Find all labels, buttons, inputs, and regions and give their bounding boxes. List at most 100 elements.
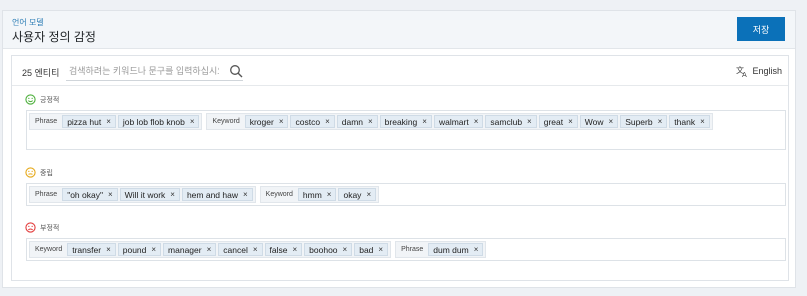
remove-tag-icon[interactable]: ×: [279, 117, 284, 126]
tag-chip-text: job lob flob knob: [122, 116, 185, 127]
tag-group-keyword: Keyword hmm × okay ×: [259, 186, 380, 203]
page: 언어 모델 사용자 정의 감정 저장 25 엔티티 文 A English: [2, 10, 796, 288]
tag-chip-text: hmm: [302, 189, 322, 200]
remove-tag-icon[interactable]: ×: [568, 117, 573, 126]
remove-tag-icon[interactable]: ×: [106, 117, 111, 126]
tag-chip[interactable]: thank ×: [669, 115, 710, 128]
tag-chip-text: pound: [122, 244, 147, 255]
tag-chip[interactable]: false ×: [264, 243, 303, 256]
tag-chip[interactable]: damn ×: [336, 115, 378, 128]
tag-chip[interactable]: samclub ×: [485, 115, 537, 128]
tag-chip[interactable]: hmm ×: [297, 188, 337, 201]
tag-chip[interactable]: bad ×: [354, 243, 389, 256]
remove-tag-icon[interactable]: ×: [190, 117, 195, 126]
tag-chip[interactable]: pizza hut ×: [62, 115, 116, 128]
tag-row: Keyword transfer × pound × manager × cancel × fal…: [29, 241, 783, 258]
tag-chip-text: false: [269, 244, 288, 255]
tag-row: Phrase pizza hut × job lob flob knob × Keywor…: [29, 113, 783, 130]
tag-chip-text: Superb: [625, 116, 653, 127]
smile-face-icon: [25, 94, 36, 105]
tag-chip-text: "oh okay": [67, 189, 103, 200]
tag-chip[interactable]: Superb ×: [620, 115, 668, 128]
tag-chip[interactable]: manager ×: [163, 243, 217, 256]
tag-chip-text: okay: [343, 189, 362, 200]
tag-chip-text: cancel: [223, 244, 248, 255]
remove-tag-icon[interactable]: ×: [422, 117, 427, 126]
remove-tag-icon[interactable]: ×: [474, 245, 479, 254]
tag-chip-text: damn: [341, 116, 363, 127]
remove-tag-icon[interactable]: ×: [327, 190, 332, 199]
section-label-text: 중립: [40, 169, 53, 177]
tag-chip-text: dum dum: [433, 244, 469, 255]
tag-chip[interactable]: kroger ×: [244, 115, 289, 128]
toolbar: 25 엔티티 文 A English: [12, 56, 788, 86]
page-title: 사용자 정의 감정: [12, 30, 96, 44]
tag-group-keyword: Keyword transfer × pound × manager × cancel × fal…: [29, 241, 392, 258]
tag-chip[interactable]: dum dum ×: [428, 243, 484, 256]
tag-group-type-label: Keyword: [212, 118, 240, 125]
tag-chip[interactable]: hem and haw ×: [181, 188, 253, 201]
tag-chip[interactable]: great ×: [538, 115, 578, 128]
remove-tag-icon[interactable]: ×: [527, 117, 532, 126]
section-label-text: 긍정적: [40, 96, 60, 104]
remove-tag-icon[interactable]: ×: [253, 245, 258, 254]
tag-chip-text: manager: [168, 244, 202, 255]
remove-tag-icon[interactable]: ×: [293, 245, 298, 254]
tag-chip[interactable]: Wow ×: [579, 115, 619, 128]
tag-group-phrase: Phrase pizza hut × job lob flob knob ×: [29, 113, 203, 130]
remove-tag-icon[interactable]: ×: [366, 190, 371, 199]
search-input[interactable]: [69, 66, 219, 76]
tag-box-negative[interactable]: Keyword transfer × pound × manager × cancel × fal…: [26, 238, 786, 261]
tag-chip-text: great: [543, 116, 564, 127]
remove-tag-icon[interactable]: ×: [343, 245, 348, 254]
remove-tag-icon[interactable]: ×: [325, 117, 330, 126]
remove-tag-icon[interactable]: ×: [700, 117, 705, 126]
tag-chip[interactable]: okay ×: [338, 188, 377, 201]
search-icon[interactable]: [229, 64, 243, 78]
remove-tag-icon[interactable]: ×: [151, 245, 156, 254]
language-selector[interactable]: 文 A English: [736, 65, 782, 77]
tag-chip[interactable]: pound ×: [117, 243, 162, 256]
tag-chip-text: thank: [674, 116, 696, 127]
tag-chip[interactable]: Will it work ×: [119, 188, 180, 201]
remove-tag-icon[interactable]: ×: [368, 117, 373, 126]
remove-tag-icon[interactable]: ×: [106, 245, 111, 254]
tag-chip-text: costco: [295, 116, 321, 127]
remove-tag-icon[interactable]: ×: [108, 190, 113, 199]
remove-tag-icon[interactable]: ×: [170, 190, 175, 199]
tag-group-type-label: Phrase: [35, 191, 58, 198]
tag-chip[interactable]: transfer ×: [67, 243, 116, 256]
svg-text:A: A: [742, 71, 747, 77]
tag-group-phrase: Phrase "oh okay" × Will it work × hem and haw…: [29, 186, 256, 203]
section-label-neutral: 중립: [25, 167, 53, 178]
tag-chip[interactable]: cancel ×: [218, 243, 263, 256]
tag-group-type-label: Keyword: [265, 191, 293, 198]
tag-box-neutral[interactable]: Phrase "oh okay" × Will it work × hem and haw…: [26, 183, 786, 206]
tag-chip[interactable]: walmart ×: [433, 115, 484, 128]
tag-chip-text: samclub: [490, 116, 523, 127]
section-label-text: 부정적: [40, 224, 60, 232]
remove-tag-icon[interactable]: ×: [609, 117, 614, 126]
tag-chip-text: pizza hut: [67, 116, 102, 127]
remove-tag-icon[interactable]: ×: [378, 245, 383, 254]
tag-chip[interactable]: breaking ×: [379, 115, 432, 128]
remove-tag-icon[interactable]: ×: [474, 117, 479, 126]
translate-icon: 文 A: [736, 65, 747, 77]
tag-chip-text: hem and haw: [186, 189, 238, 200]
tag-chip-text: kroger: [249, 116, 274, 127]
tag-chip[interactable]: boohoo ×: [304, 243, 353, 256]
breadcrumb[interactable]: 언어 모델: [12, 17, 44, 28]
tag-chip[interactable]: costco ×: [290, 115, 335, 128]
save-button[interactable]: 저장: [737, 17, 785, 41]
tag-group-keyword: Keyword kroger × costco × damn × breaking × walma…: [206, 113, 713, 130]
tag-box-positive[interactable]: Phrase pizza hut × job lob flob knob × Keywor…: [26, 110, 786, 150]
tag-chip-text: breaking: [384, 116, 418, 127]
remove-tag-icon[interactable]: ×: [207, 245, 212, 254]
tag-group-type-label: Phrase: [35, 118, 58, 125]
tag-chip[interactable]: job lob flob knob ×: [117, 115, 200, 128]
remove-tag-icon[interactable]: ×: [658, 117, 663, 126]
neutral-face-icon: [25, 167, 36, 178]
tag-chip-text: Wow: [584, 116, 604, 127]
tag-chip[interactable]: "oh okay" ×: [62, 188, 118, 201]
remove-tag-icon[interactable]: ×: [243, 190, 248, 199]
